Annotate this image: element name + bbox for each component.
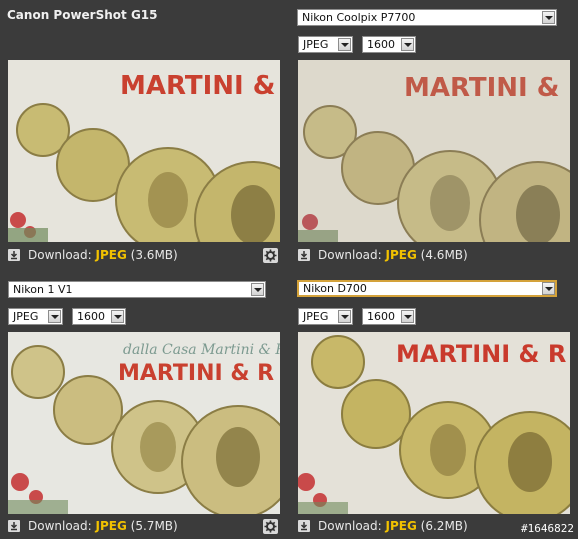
download-row: Download: JPEG (4.6MB) bbox=[298, 246, 478, 264]
size-select[interactable]: 1600 bbox=[72, 308, 126, 325]
download-label: Download: bbox=[318, 519, 382, 533]
camera-select-value: Nikon Coolpix P7700 bbox=[302, 11, 416, 24]
download-format-link[interactable]: JPEG bbox=[386, 519, 417, 533]
download-icon[interactable] bbox=[8, 249, 20, 261]
format-select[interactable]: JPEG bbox=[298, 36, 353, 53]
size-select-value: 1600 bbox=[367, 310, 395, 323]
download-icon[interactable] bbox=[298, 249, 310, 261]
photo-coins: MARTINI & bbox=[298, 60, 570, 242]
download-format-link[interactable]: JPEG bbox=[386, 248, 417, 262]
camera-select[interactable]: Nikon Coolpix P7700 bbox=[297, 9, 557, 26]
sample-photo: MARTINI & bbox=[298, 60, 570, 242]
download-size: (5.7MB) bbox=[130, 519, 178, 533]
camera-select[interactable]: Nikon 1 V1 bbox=[8, 281, 266, 298]
sample-photo: MARTINI & R bbox=[298, 332, 570, 514]
download-format-link[interactable]: JPEG bbox=[96, 248, 127, 262]
download-row: Download: JPEG (3.6MB) bbox=[8, 246, 188, 264]
download-size: (3.6MB) bbox=[130, 248, 178, 262]
chevron-down-icon[interactable] bbox=[542, 282, 555, 295]
sample-photo: MARTINI & bbox=[8, 60, 280, 242]
camera-title: Canon PowerShot G15 bbox=[7, 8, 158, 22]
watermark: #1646822 bbox=[521, 522, 574, 535]
format-select-value: JPEG bbox=[303, 38, 329, 51]
chevron-down-icon[interactable] bbox=[401, 310, 414, 323]
photo-caption: MARTINI & R bbox=[396, 340, 566, 368]
download-icon[interactable] bbox=[298, 520, 310, 532]
download-label: Download: bbox=[318, 248, 382, 262]
download-label: Download: bbox=[28, 519, 92, 533]
chevron-down-icon[interactable] bbox=[251, 283, 264, 296]
settings-gear-icon[interactable] bbox=[263, 248, 278, 263]
chevron-down-icon[interactable] bbox=[542, 11, 555, 24]
photo-script: dalla Casa Martini & R bbox=[123, 342, 280, 358]
size-select-value: 1600 bbox=[77, 310, 105, 323]
format-select-value: JPEG bbox=[303, 310, 329, 323]
photo-caption: MARTINI & R bbox=[118, 361, 274, 386]
photo-caption: MARTINI & bbox=[404, 73, 559, 103]
chevron-down-icon[interactable] bbox=[338, 310, 351, 323]
download-icon[interactable] bbox=[8, 520, 20, 532]
photo-caption: MARTINI & bbox=[120, 71, 275, 101]
chevron-down-icon[interactable] bbox=[48, 310, 61, 323]
download-row: Download: JPEG (5.7MB) bbox=[8, 517, 188, 535]
photo-coins: MARTINI & R bbox=[298, 332, 570, 514]
chevron-down-icon[interactable] bbox=[111, 310, 124, 323]
camera-select-value: Nikon D700 bbox=[303, 282, 367, 295]
sample-photo: dalla Casa Martini & R MARTINI & R bbox=[8, 332, 280, 514]
download-label: Download: bbox=[28, 248, 92, 262]
download-size: (6.2MB) bbox=[420, 519, 468, 533]
download-size: (4.6MB) bbox=[420, 248, 468, 262]
photo-coins: dalla Casa Martini & R MARTINI & R bbox=[8, 332, 280, 514]
chevron-down-icon[interactable] bbox=[401, 38, 414, 51]
download-format-link[interactable]: JPEG bbox=[96, 519, 127, 533]
format-select[interactable]: JPEG bbox=[8, 308, 63, 325]
size-select-value: 1600 bbox=[367, 38, 395, 51]
camera-select-value: Nikon 1 V1 bbox=[13, 283, 73, 296]
format-select-value: JPEG bbox=[13, 310, 39, 323]
size-select[interactable]: 1600 bbox=[362, 36, 416, 53]
size-select[interactable]: 1600 bbox=[362, 308, 416, 325]
format-select[interactable]: JPEG bbox=[298, 308, 353, 325]
chevron-down-icon[interactable] bbox=[338, 38, 351, 51]
photo-coins: MARTINI & bbox=[8, 60, 280, 242]
settings-gear-icon[interactable] bbox=[263, 519, 278, 534]
download-row: Download: JPEG (6.2MB) bbox=[298, 517, 478, 535]
camera-select[interactable]: Nikon D700 bbox=[297, 280, 557, 297]
